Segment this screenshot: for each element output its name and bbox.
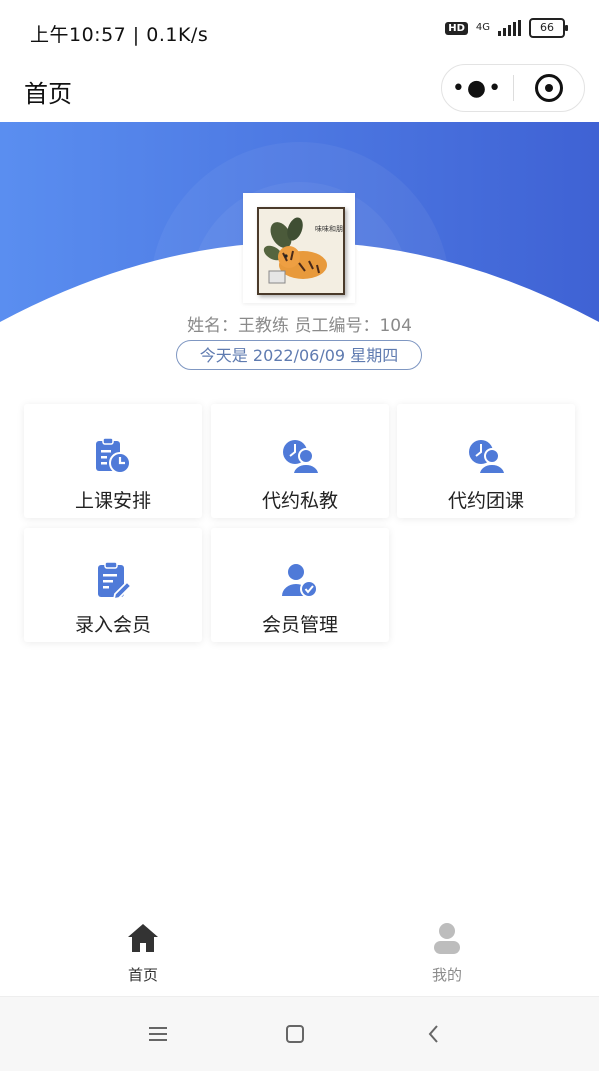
- private-coach-booking-icon: [283, 440, 320, 475]
- hd-badge: HD: [445, 21, 468, 35]
- mini-program-capsule: •●•: [441, 64, 585, 112]
- avatar-image: 味味和朋: [257, 207, 345, 295]
- menu-item-member-entry[interactable]: 录入会员: [24, 528, 202, 642]
- member-manage-icon: [282, 564, 318, 598]
- menu-label: 代约私教: [261, 490, 338, 512]
- menu-label: 录入会员: [74, 614, 151, 636]
- home-button-icon[interactable]: [280, 1019, 310, 1049]
- menu-label: 上课安排: [74, 490, 151, 512]
- signal-icon: [498, 20, 521, 36]
- system-nav-bar: [0, 997, 599, 1071]
- battery-icon: 66: [529, 18, 568, 38]
- status-time: 上午10:57 | 0.1K/s: [30, 24, 209, 46]
- menu-item-private-coach[interactable]: 代约私教: [211, 404, 389, 518]
- member-entry-icon: [98, 561, 133, 600]
- nav-bar: 首页 •●•: [0, 62, 599, 120]
- page-title: 首页: [24, 80, 72, 108]
- capsule-close-icon[interactable]: [514, 74, 584, 102]
- menu-item-member-manage[interactable]: 会员管理: [211, 528, 389, 642]
- more-dots-icon[interactable]: •●•: [442, 76, 513, 101]
- tab-home[interactable]: 首页: [83, 922, 203, 985]
- status-icons: HD 4G 66: [445, 18, 568, 38]
- menu-label: 代约团课: [447, 490, 524, 512]
- menu-icon[interactable]: [143, 1019, 173, 1049]
- menu-label: 会员管理: [261, 614, 338, 636]
- tab-mine-label: 我的: [431, 966, 462, 984]
- tab-home-label: 首页: [127, 966, 158, 984]
- network-type: 4G: [475, 22, 490, 33]
- tab-mine[interactable]: 我的: [387, 922, 507, 985]
- back-icon[interactable]: [419, 1019, 449, 1049]
- date-badge: 今天是 2022/06/09 星期四: [176, 340, 422, 370]
- avatar-text: 味味和朋: [315, 224, 343, 233]
- user-icon: [434, 923, 460, 954]
- profile-info: 姓名：王教练 员工编号：104: [187, 316, 412, 336]
- status-bar: 上午10:57 | 0.1K/s HD 4G 66: [0, 0, 599, 62]
- menu-item-schedule[interactable]: 上课安排: [24, 404, 202, 518]
- menu-item-group-class[interactable]: 代约团课: [397, 404, 575, 518]
- avatar[interactable]: 味味和朋: [243, 193, 355, 303]
- schedule-clock-icon: [96, 437, 131, 474]
- tab-bar: 首页 我的: [0, 910, 599, 997]
- group-class-booking-icon: [469, 440, 506, 475]
- home-icon: [128, 924, 158, 952]
